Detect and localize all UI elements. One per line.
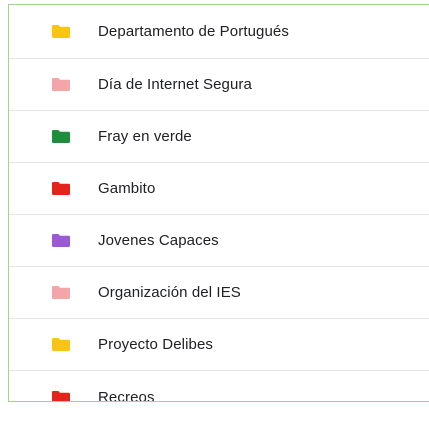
folder-row[interactable]: Proyecto Delibes bbox=[9, 319, 429, 371]
folder-row[interactable]: Recreos bbox=[9, 371, 429, 402]
folder-row[interactable]: Día de Internet Segura bbox=[9, 59, 429, 111]
folder-name: Fray en verde bbox=[98, 128, 192, 145]
folder-icon bbox=[52, 25, 70, 38]
folder-name: Recreos bbox=[98, 388, 155, 402]
folder-icon bbox=[52, 234, 70, 247]
folder-name: Día de Internet Segura bbox=[98, 76, 252, 93]
folder-icon bbox=[52, 338, 70, 351]
folder-row[interactable]: Jovenes Capaces bbox=[9, 215, 429, 267]
folder-list: Departamento de Portugués Día de Interne… bbox=[9, 5, 429, 402]
folder-icon bbox=[52, 182, 70, 195]
folder-row[interactable]: Departamento de Portugués bbox=[9, 5, 429, 59]
folder-name: Gambito bbox=[98, 180, 156, 197]
folder-row[interactable]: Fray en verde bbox=[9, 111, 429, 163]
folder-name: Departamento de Portugués bbox=[98, 23, 289, 40]
folder-row[interactable]: Gambito bbox=[9, 163, 429, 215]
folder-icon bbox=[52, 390, 70, 401]
folder-name: Jovenes Capaces bbox=[98, 232, 219, 249]
folder-list-panel: Departamento de Portugués Día de Interne… bbox=[8, 4, 429, 402]
folder-icon bbox=[52, 286, 70, 299]
folder-icon bbox=[52, 130, 70, 143]
folder-icon bbox=[52, 78, 70, 91]
folder-name: Organización del IES bbox=[98, 284, 241, 301]
folder-name: Proyecto Delibes bbox=[98, 336, 213, 353]
folder-row[interactable]: Organización del IES bbox=[9, 267, 429, 319]
